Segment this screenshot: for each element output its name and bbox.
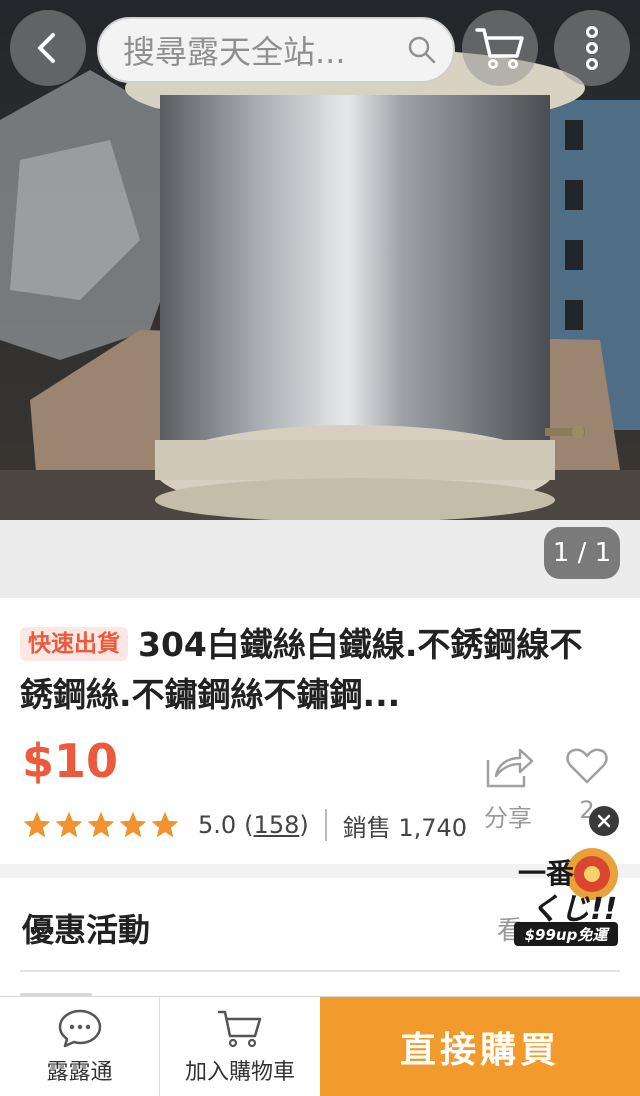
product-photo xyxy=(0,0,640,598)
more-icon xyxy=(586,26,598,70)
share-label: 分享 xyxy=(484,804,532,832)
star-icon xyxy=(119,811,147,838)
ad-free-shipping-label: $99up免運 xyxy=(514,922,618,946)
rating-row: 5.0 (158) 銷售 1,740 xyxy=(22,808,467,842)
product-title-block: 快速出貨 304白鐵絲白鐵線.不銹鋼線不銹鋼絲.不鏽鋼絲不鏽鋼... xyxy=(20,620,610,720)
back-icon xyxy=(38,33,55,63)
star-icon xyxy=(55,811,83,838)
share-button[interactable]: 分享 xyxy=(478,746,538,833)
back-button[interactable] xyxy=(10,10,86,86)
sales-count: 銷售 1,740 xyxy=(342,813,468,842)
image-counter: 1 / 1 xyxy=(544,527,620,579)
review-count-link[interactable]: 158 xyxy=(254,811,300,839)
buy-now-button[interactable]: 直接購買 xyxy=(320,997,640,1096)
promo-section-title: 優惠活動 xyxy=(22,911,151,949)
product-price: $10 xyxy=(22,734,119,788)
star-icon xyxy=(87,811,115,838)
rating-value: 5.0 xyxy=(198,811,237,839)
product-info: 快速出貨 304白鐵絲白鐵線.不銹鋼線不銹鋼絲.不鏽鋼絲不鏽鋼... $10 分享… xyxy=(0,598,640,864)
star-icon xyxy=(23,811,51,838)
promo-divider xyxy=(20,970,620,972)
search-placeholder: 搜尋露天全站... xyxy=(123,33,346,71)
star-icon xyxy=(151,811,179,838)
ad-close-button[interactable] xyxy=(589,806,619,836)
search-icon xyxy=(408,36,436,64)
chat-icon xyxy=(58,1009,101,1048)
heart-icon xyxy=(566,748,608,784)
cart-icon xyxy=(475,28,524,69)
review-count-open: ( xyxy=(244,811,254,839)
chat-label: 露露通 xyxy=(46,1060,113,1085)
add-to-cart-label: 加入購物車 xyxy=(184,1060,295,1085)
chat-button[interactable]: 露露通 xyxy=(0,997,160,1096)
search-input[interactable]: 搜尋露天全站... xyxy=(97,17,455,83)
close-icon xyxy=(597,814,611,828)
product-image-gallery[interactable]: 1 / 1 xyxy=(0,0,640,598)
share-icon xyxy=(486,748,534,788)
fast-shipping-badge: 快速出貨 xyxy=(20,627,128,661)
review-count-close: ) xyxy=(299,811,309,839)
divider xyxy=(324,809,327,841)
more-options-button[interactable] xyxy=(554,10,630,86)
bottom-action-bar: 露露通 加入購物車 直接購買 xyxy=(0,996,640,1096)
buy-now-label: 直接購買 xyxy=(399,1030,560,1071)
add-to-cart-button[interactable]: 加入購物車 xyxy=(160,997,320,1096)
cart-icon xyxy=(217,1010,262,1048)
cart-button[interactable] xyxy=(462,10,538,86)
rating-stars xyxy=(22,810,180,840)
floating-ad-banner[interactable]: 一番 くじ!! $99up免運 xyxy=(512,844,622,948)
